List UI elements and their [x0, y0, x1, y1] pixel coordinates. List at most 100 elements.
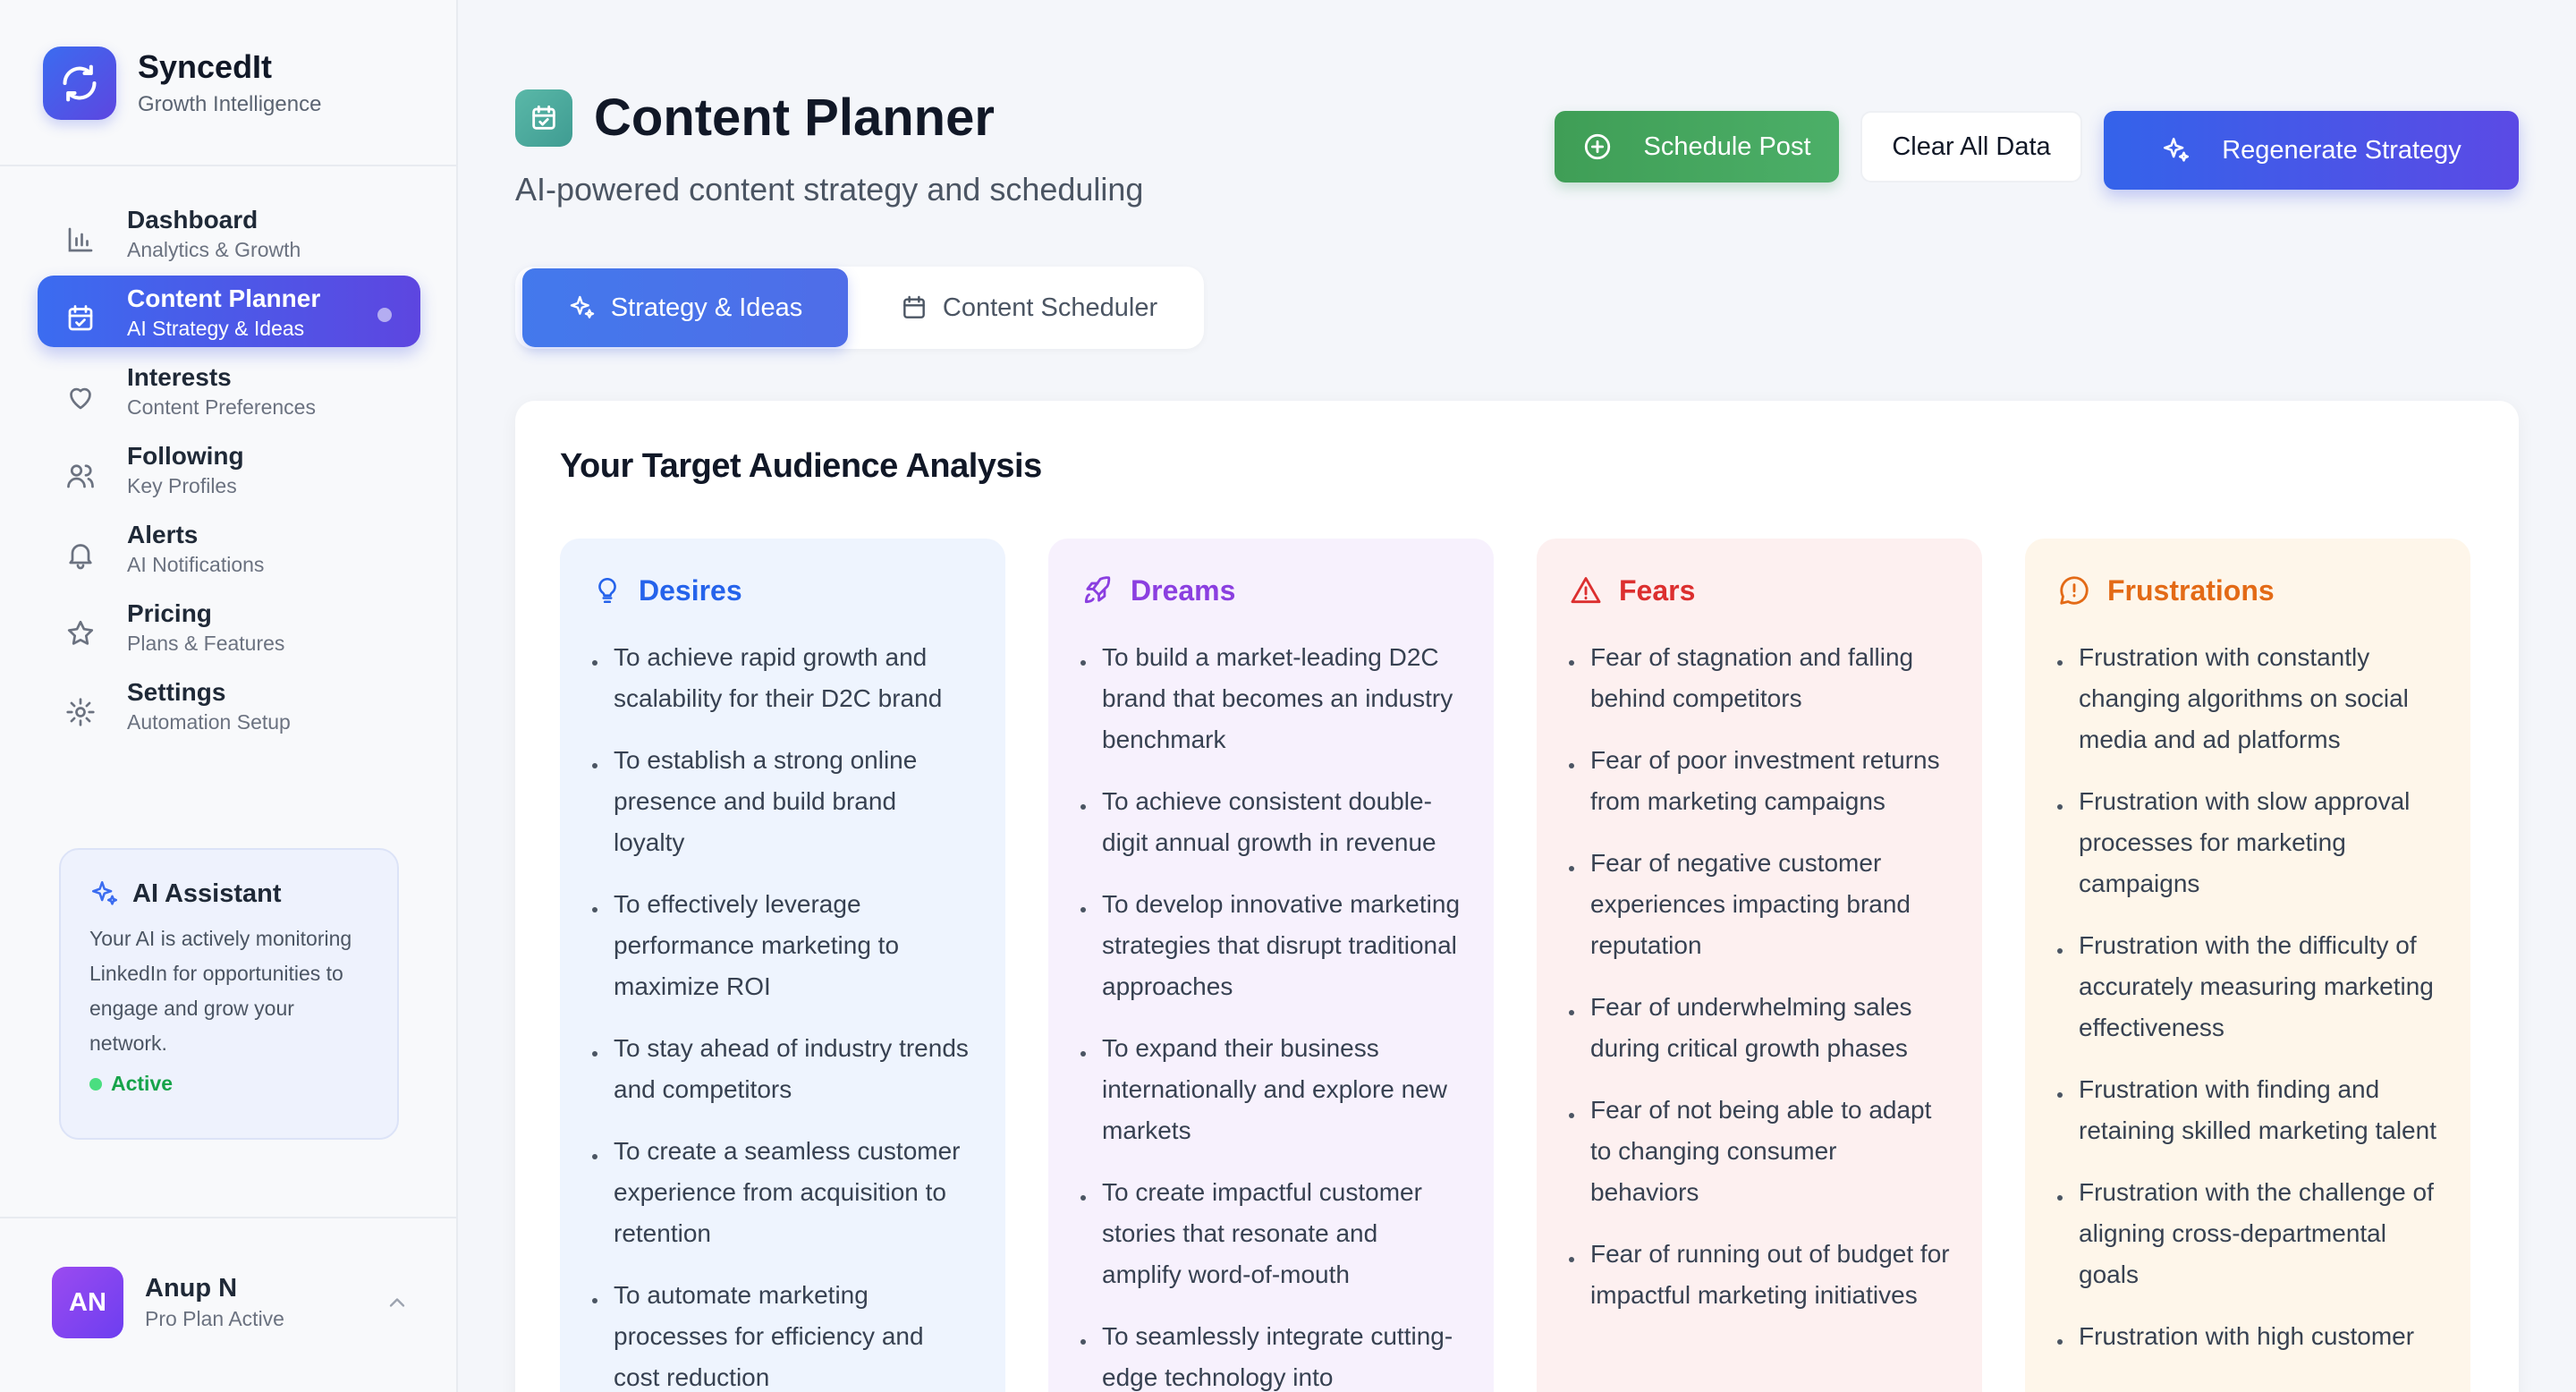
bar-chart-icon: [64, 224, 97, 256]
sidebar-item-following[interactable]: Following Key Profiles: [38, 433, 420, 505]
sidebar-item-subtitle: Analytics & Growth: [127, 238, 301, 261]
tab-label: Strategy & Ideas: [610, 293, 803, 322]
list-item: Fear of underwhelming sales during criti…: [1569, 987, 1950, 1069]
sidebar-item-subtitle: Content Preferences: [127, 395, 316, 419]
column-title: Frustrations: [2107, 573, 2275, 607]
list-item: To automate marketing processes for effi…: [592, 1275, 973, 1392]
list-item: Frustration with high customer: [2057, 1316, 2438, 1357]
regenerate-strategy-button[interactable]: Regenerate Strategy: [2104, 111, 2519, 190]
list-item: Fear of not being able to adapt to chang…: [1569, 1090, 1950, 1213]
user-menu[interactable]: AN Anup N Pro Plan Active: [52, 1267, 410, 1338]
clear-all-data-button[interactable]: Clear All Data: [1860, 111, 2082, 182]
sparkles-icon: [89, 878, 120, 909]
page-title: Content Planner: [594, 89, 995, 147]
sidebar-item-title: Interests: [127, 363, 232, 391]
list-item: To stay ahead of industry trends and com…: [592, 1028, 973, 1110]
desires-column: Desires To achieve rapid growth and scal…: [560, 539, 1005, 1392]
list-item: Fear of negative customer experiences im…: [1569, 843, 1950, 966]
sidebar-nav: Dashboard Analytics & Growth Content Pla…: [38, 197, 420, 748]
heart-icon: [64, 381, 97, 413]
list-item: To expand their business internationally…: [1080, 1028, 1462, 1151]
column-title: Desires: [639, 573, 742, 607]
sidebar-item-title: Pricing: [127, 599, 212, 627]
sidebar-item-subtitle: Automation Setup: [127, 710, 291, 734]
page-subtitle: AI-powered content strategy and scheduli…: [515, 171, 1144, 208]
tab-label: Content Scheduler: [942, 293, 1158, 322]
calendar-icon: [900, 293, 928, 322]
calendar-check-icon: [64, 302, 97, 335]
dreams-column: Dreams To build a market-leading D2C bra…: [1048, 539, 1494, 1392]
sidebar-item-subtitle: AI Strategy & Ideas: [127, 317, 305, 340]
sidebar-item-pricing[interactable]: Pricing Plans & Features: [38, 590, 420, 662]
list-item: Frustration with finding and retaining s…: [2057, 1069, 2438, 1151]
warning-triangle-icon: [1569, 573, 1603, 607]
sidebar-item-title: Dashboard: [127, 206, 258, 233]
chevron-up-icon[interactable]: [385, 1290, 410, 1315]
active-indicator: [377, 308, 392, 322]
rocket-icon: [1080, 573, 1114, 607]
list-item: Fear of poor investment returns from mar…: [1569, 740, 1950, 822]
divider: [0, 165, 456, 166]
brand[interactable]: SyncedIt Growth Intelligence: [43, 47, 321, 120]
ai-status-label: Active: [111, 1072, 174, 1095]
sidebar-item-subtitle: Plans & Features: [127, 632, 285, 655]
schedule-post-label: Schedule Post: [1643, 132, 1811, 161]
sidebar-item-dashboard[interactable]: Dashboard Analytics & Growth: [38, 197, 420, 268]
sidebar-item-alerts[interactable]: Alerts AI Notifications: [38, 512, 420, 583]
list-item: To effectively leverage performance mark…: [592, 884, 973, 1007]
frustrations-column: Frustrations Frustration with constantly…: [2025, 539, 2470, 1392]
sync-logo-icon: [43, 47, 116, 120]
tab-content-scheduler[interactable]: Content Scheduler: [859, 268, 1199, 347]
sidebar-item-title: Following: [127, 442, 244, 470]
list-item: To establish a strong online presence an…: [592, 740, 973, 863]
list-item: Frustration with the challenge of aligni…: [2057, 1172, 2438, 1295]
tab-strategy-ideas[interactable]: Strategy & Ideas: [522, 268, 848, 347]
calendar-check-icon: [515, 89, 572, 147]
section-title: Your Target Audience Analysis: [560, 447, 1042, 485]
sidebar-item-title: Content Planner: [127, 284, 321, 312]
list-item: To achieve rapid growth and scalability …: [592, 637, 973, 719]
content-tabs: Strategy & Ideas Content Scheduler: [515, 267, 1204, 349]
star-icon: [64, 617, 97, 649]
ai-assistant-title: AI Assistant: [132, 878, 282, 908]
sidebar: SyncedIt Growth Intelligence Dashboard A…: [0, 0, 458, 1392]
ai-assistant-card: AI Assistant Your AI is actively monitor…: [59, 848, 399, 1140]
sparkles-icon: [2161, 135, 2191, 166]
list-item: Frustration with slow approval processes…: [2057, 781, 2438, 904]
status-dot-icon: [89, 1077, 102, 1091]
schedule-post-button[interactable]: Schedule Post: [1555, 111, 1839, 182]
ai-assistant-description: Your AI is actively monitoring LinkedIn …: [89, 927, 352, 1055]
brand-name: SyncedIt: [138, 48, 273, 85]
users-icon: [64, 460, 97, 492]
sidebar-item-title: Alerts: [127, 521, 199, 548]
list-item: To build a market-leading D2C brand that…: [1080, 637, 1462, 760]
column-title: Fears: [1619, 573, 1696, 607]
list-item: Frustration with the difficulty of accur…: [2057, 925, 2438, 1048]
list-item: To create a seamless customer experience…: [592, 1131, 973, 1254]
sidebar-item-subtitle: AI Notifications: [127, 553, 265, 576]
sidebar-item-content-planner[interactable]: Content Planner AI Strategy & Ideas: [38, 276, 420, 347]
list-item: To create impactful customer stories tha…: [1080, 1172, 1462, 1295]
regenerate-strategy-label: Regenerate Strategy: [2222, 135, 2462, 165]
divider: [0, 1217, 456, 1218]
sidebar-item-settings[interactable]: Settings Automation Setup: [38, 669, 420, 741]
list-item: Fear of running out of budget for impact…: [1569, 1234, 1950, 1316]
user-name: Anup N: [145, 1274, 238, 1303]
lightbulb-icon: [592, 573, 623, 607]
list-item: Frustration with constantly changing alg…: [2057, 637, 2438, 760]
column-title: Dreams: [1131, 573, 1236, 607]
bell-icon: [64, 539, 97, 571]
sparkles-icon: [568, 293, 597, 322]
alert-bubble-icon: [2057, 573, 2091, 607]
ai-status: Active: [89, 1072, 369, 1096]
sidebar-item-interests[interactable]: Interests Content Preferences: [38, 354, 420, 426]
list-item: Fear of stagnation and falling behind co…: [1569, 637, 1950, 719]
list-item: To seamlessly integrate cutting-edge tec…: [1080, 1316, 1462, 1392]
sidebar-item-title: Settings: [127, 678, 226, 706]
sidebar-item-subtitle: Key Profiles: [127, 474, 237, 497]
plus-circle-icon: [1582, 132, 1613, 162]
gear-icon: [64, 696, 97, 728]
audience-analysis-panel: Your Target Audience Analysis Desires To…: [515, 401, 2519, 1392]
user-plan: Pro Plan Active: [145, 1307, 284, 1330]
list-item: To achieve consistent double-digit annua…: [1080, 781, 1462, 863]
